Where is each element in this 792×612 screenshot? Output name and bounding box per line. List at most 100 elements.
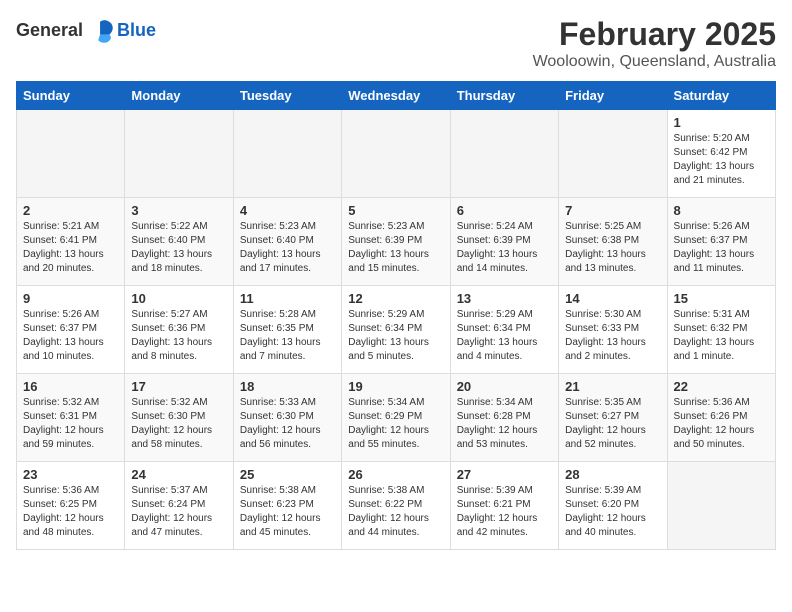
day-info: Sunrise: 5:38 AM Sunset: 6:23 PM Dayligh…	[240, 484, 335, 540]
day-number: 8	[674, 203, 769, 218]
calendar-cell	[667, 462, 775, 550]
weekday-header-tuesday: Tuesday	[233, 82, 341, 110]
day-info: Sunrise: 5:23 AM Sunset: 6:40 PM Dayligh…	[240, 220, 335, 276]
calendar-cell: 13 Sunrise: 5:29 AM Sunset: 6:34 PM Dayli…	[450, 286, 558, 374]
calendar-cell: 23 Sunrise: 5:36 AM Sunset: 6:25 PM Dayli…	[17, 462, 125, 550]
day-number: 26	[348, 467, 443, 482]
day-number: 25	[240, 467, 335, 482]
calendar-cell	[559, 110, 667, 198]
day-info: Sunrise: 5:34 AM Sunset: 6:29 PM Dayligh…	[348, 396, 443, 452]
week-row-3: 9 Sunrise: 5:26 AM Sunset: 6:37 PM Daylig…	[17, 286, 776, 374]
day-info: Sunrise: 5:36 AM Sunset: 6:25 PM Dayligh…	[23, 484, 118, 540]
calendar-cell: 3 Sunrise: 5:22 AM Sunset: 6:40 PM Daylig…	[125, 198, 233, 286]
day-info: Sunrise: 5:24 AM Sunset: 6:39 PM Dayligh…	[457, 220, 552, 276]
calendar-cell: 11Sunrise: 5:28 AM Sunset: 6:35 PM Dayli…	[233, 286, 341, 374]
day-info: Sunrise: 5:33 AM Sunset: 6:30 PM Dayligh…	[240, 396, 335, 452]
weekday-header-row: SundayMondayTuesdayWednesdayThursdayFrid…	[17, 82, 776, 110]
day-number: 9	[23, 291, 118, 306]
calendar-cell: 28 Sunrise: 5:39 AM Sunset: 6:20 PM Dayli…	[559, 462, 667, 550]
day-number: 22	[674, 379, 769, 394]
calendar-cell: 4 Sunrise: 5:23 AM Sunset: 6:40 PM Daylig…	[233, 198, 341, 286]
weekday-header-saturday: Saturday	[667, 82, 775, 110]
day-number: 23	[23, 467, 118, 482]
calendar-cell: 8 Sunrise: 5:26 AM Sunset: 6:37 PM Daylig…	[667, 198, 775, 286]
day-info: Sunrise: 5:26 AM Sunset: 6:37 PM Dayligh…	[674, 220, 769, 276]
calendar-cell: 20Sunrise: 5:34 AM Sunset: 6:28 PM Dayli…	[450, 374, 558, 462]
calendar-cell: 25 Sunrise: 5:38 AM Sunset: 6:23 PM Dayli…	[233, 462, 341, 550]
day-number: 4	[240, 203, 335, 218]
calendar-cell: 12 Sunrise: 5:29 AM Sunset: 6:34 PM Dayli…	[342, 286, 450, 374]
calendar-cell: 17 Sunrise: 5:32 AM Sunset: 6:30 PM Dayli…	[125, 374, 233, 462]
day-number: 6	[457, 203, 552, 218]
calendar-cell	[17, 110, 125, 198]
day-info: Sunrise: 5:32 AM Sunset: 6:30 PM Dayligh…	[131, 396, 226, 452]
calendar-cell: 14Sunrise: 5:30 AM Sunset: 6:33 PM Dayli…	[559, 286, 667, 374]
day-number: 5	[348, 203, 443, 218]
day-number: 3	[131, 203, 226, 218]
week-row-2: 2 Sunrise: 5:21 AM Sunset: 6:41 PM Daylig…	[17, 198, 776, 286]
day-info: Sunrise: 5:26 AM Sunset: 6:37 PM Dayligh…	[23, 308, 118, 364]
day-number: 27	[457, 467, 552, 482]
day-info: Sunrise: 5:39 AM Sunset: 6:21 PM Dayligh…	[457, 484, 552, 540]
calendar-cell: 19 Sunrise: 5:34 AM Sunset: 6:29 PM Dayli…	[342, 374, 450, 462]
day-number: 13	[457, 291, 552, 306]
calendar-cell	[342, 110, 450, 198]
day-info: Sunrise: 5:38 AM Sunset: 6:22 PM Dayligh…	[348, 484, 443, 540]
calendar-cell: 27 Sunrise: 5:39 AM Sunset: 6:21 PM Dayli…	[450, 462, 558, 550]
day-number: 10	[131, 291, 226, 306]
day-info: Sunrise: 5:28 AM Sunset: 6:35 PM Dayligh…	[240, 308, 335, 364]
month-year-title: February 2025	[533, 16, 776, 53]
weekday-header-wednesday: Wednesday	[342, 82, 450, 110]
day-info: Sunrise: 5:22 AM Sunset: 6:40 PM Dayligh…	[131, 220, 226, 276]
day-info: Sunrise: 5:39 AM Sunset: 6:20 PM Dayligh…	[565, 484, 660, 540]
day-number: 12	[348, 291, 443, 306]
calendar-cell: 10 Sunrise: 5:27 AM Sunset: 6:36 PM Dayli…	[125, 286, 233, 374]
calendar-cell: 16 Sunrise: 5:32 AM Sunset: 6:31 PM Dayli…	[17, 374, 125, 462]
day-info: Sunrise: 5:36 AM Sunset: 6:26 PM Dayligh…	[674, 396, 769, 452]
calendar-table: SundayMondayTuesdayWednesdayThursdayFrid…	[16, 81, 776, 550]
day-number: 2	[23, 203, 118, 218]
day-number: 16	[23, 379, 118, 394]
calendar-cell: 24 Sunrise: 5:37 AM Sunset: 6:24 PM Dayli…	[125, 462, 233, 550]
weekday-header-thursday: Thursday	[450, 82, 558, 110]
week-row-1: 1Sunrise: 5:20 AM Sunset: 6:42 PM Daylig…	[17, 110, 776, 198]
day-info: Sunrise: 5:29 AM Sunset: 6:34 PM Dayligh…	[348, 308, 443, 364]
weekday-header-monday: Monday	[125, 82, 233, 110]
calendar-cell: 2 Sunrise: 5:21 AM Sunset: 6:41 PM Daylig…	[17, 198, 125, 286]
title-area: February 2025 Wooloowin, Queensland, Aus…	[533, 16, 776, 71]
day-number: 17	[131, 379, 226, 394]
day-number: 19	[348, 379, 443, 394]
day-info: Sunrise: 5:29 AM Sunset: 6:34 PM Dayligh…	[457, 308, 552, 364]
logo-blue: Blue	[117, 20, 156, 41]
day-info: Sunrise: 5:34 AM Sunset: 6:28 PM Dayligh…	[457, 396, 552, 452]
day-info: Sunrise: 5:25 AM Sunset: 6:38 PM Dayligh…	[565, 220, 660, 276]
day-number: 24	[131, 467, 226, 482]
calendar-cell	[450, 110, 558, 198]
day-info: Sunrise: 5:30 AM Sunset: 6:33 PM Dayligh…	[565, 308, 660, 364]
day-info: Sunrise: 5:32 AM Sunset: 6:31 PM Dayligh…	[23, 396, 118, 452]
day-number: 18	[240, 379, 335, 394]
day-info: Sunrise: 5:35 AM Sunset: 6:27 PM Dayligh…	[565, 396, 660, 452]
weekday-header-friday: Friday	[559, 82, 667, 110]
calendar-cell: 5Sunrise: 5:23 AM Sunset: 6:39 PM Daylig…	[342, 198, 450, 286]
calendar-cell: 18 Sunrise: 5:33 AM Sunset: 6:30 PM Dayli…	[233, 374, 341, 462]
day-info: Sunrise: 5:27 AM Sunset: 6:36 PM Dayligh…	[131, 308, 226, 364]
page-header: General Blue February 2025 Wooloowin, Qu…	[16, 16, 776, 71]
day-info: Sunrise: 5:31 AM Sunset: 6:32 PM Dayligh…	[674, 308, 769, 364]
day-number: 28	[565, 467, 660, 482]
logo-icon	[87, 16, 115, 44]
calendar-cell: 1Sunrise: 5:20 AM Sunset: 6:42 PM Daylig…	[667, 110, 775, 198]
calendar-cell: 15 Sunrise: 5:31 AM Sunset: 6:32 PM Dayli…	[667, 286, 775, 374]
calendar-cell: 22 Sunrise: 5:36 AM Sunset: 6:26 PM Dayli…	[667, 374, 775, 462]
week-row-5: 23 Sunrise: 5:36 AM Sunset: 6:25 PM Dayli…	[17, 462, 776, 550]
day-info: Sunrise: 5:20 AM Sunset: 6:42 PM Dayligh…	[674, 132, 769, 188]
logo: General Blue	[16, 16, 156, 44]
week-row-4: 16 Sunrise: 5:32 AM Sunset: 6:31 PM Dayli…	[17, 374, 776, 462]
calendar-cell: 6 Sunrise: 5:24 AM Sunset: 6:39 PM Daylig…	[450, 198, 558, 286]
calendar-cell	[233, 110, 341, 198]
day-info: Sunrise: 5:21 AM Sunset: 6:41 PM Dayligh…	[23, 220, 118, 276]
calendar-cell: 21Sunrise: 5:35 AM Sunset: 6:27 PM Dayli…	[559, 374, 667, 462]
day-info: Sunrise: 5:37 AM Sunset: 6:24 PM Dayligh…	[131, 484, 226, 540]
calendar-cell: 26 Sunrise: 5:38 AM Sunset: 6:22 PM Dayli…	[342, 462, 450, 550]
day-number: 15	[674, 291, 769, 306]
